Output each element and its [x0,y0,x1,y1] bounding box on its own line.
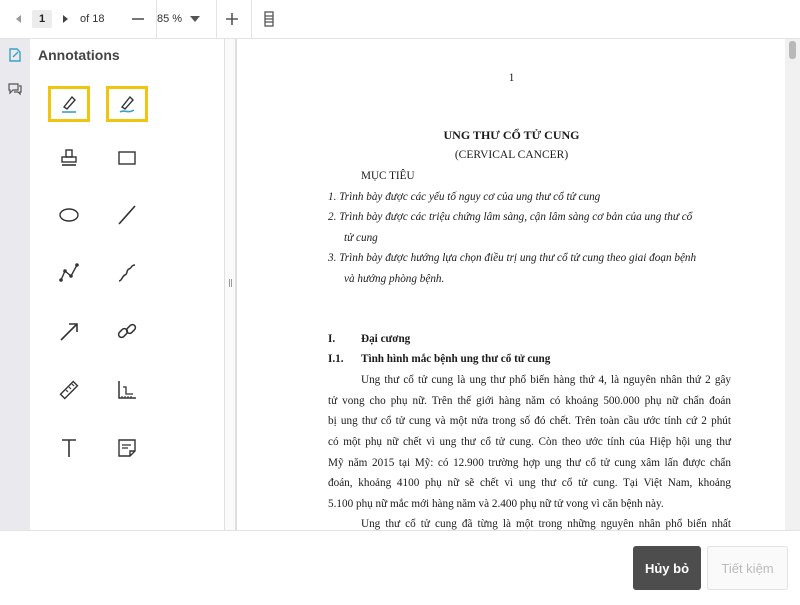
dialog-footer: Hủy bỏ Tiết kiệm [0,530,800,605]
zoom-value: 85 % [157,13,183,25]
line-icon [116,204,138,226]
document-viewer: 1 UNG THƯ CỔ TỬ CUNG (CERVICAL CANCER) M… [236,39,800,530]
zoom-out-button[interactable] [128,10,148,28]
tool-arrow[interactable] [48,313,90,349]
objectives-heading: MỤC TIÊU [361,170,415,182]
tool-highlight[interactable] [48,86,90,122]
objective-item: 2. Trình bày được các triệu chứng lâm sà… [328,211,693,223]
paragraph-line: Mỹ năm 2015 tại Mỹ: có 12.900 trường hợp… [328,457,731,469]
resize-grip-icon [229,279,232,287]
paragraph-line: 5.100 phụ nữ mắc mới hàng năm và 2.400 p… [328,498,664,510]
subsection-heading: Tình hình mắc bệnh ung thư cổ tử cung [361,353,551,365]
subsection-number: I.1. [328,353,344,365]
paragraph-line: có một phụ nữ chết vì ung thư cổ tử cung… [328,436,731,448]
tool-text[interactable] [48,430,90,466]
paragraph-line: bị ung thư cổ tử cung và một nửa trong s… [328,415,731,427]
page-number-input[interactable]: 1 [32,10,52,28]
panel-title: Annotations [38,47,120,63]
next-page-icon [60,14,70,24]
paragraph-line: đoán, khoảng 4100 phụ nữ sẽ chết vì ung … [328,477,731,489]
paragraph-line: Ung thư cổ tử cung là ung thư phổ biến h… [361,374,731,386]
arrow-icon [58,320,80,342]
tool-sticky-note[interactable] [106,430,148,466]
zoom-in-button[interactable] [222,10,242,28]
document-page: 1 UNG THƯ CỔ TỬ CUNG (CERVICAL CANCER) M… [236,39,785,530]
page-total-label: of 18 [80,13,105,25]
highlight-icon [58,93,80,115]
save-button[interactable]: Tiết kiệm [707,546,788,590]
objective-item: tử cung [344,232,378,244]
fit-page-icon [262,11,276,27]
zoom-select[interactable]: 85 % [157,10,215,28]
tool-stamp[interactable] [48,140,90,176]
annotations-tab[interactable] [5,45,25,65]
prev-page-icon [14,14,24,24]
paragraph-line: Ung thư cổ tử cung đã từng là một trong … [361,518,731,530]
freehand-highlight-icon [116,93,138,115]
tool-area-measure[interactable] [106,372,148,408]
tool-polyline[interactable] [48,255,90,291]
link-icon [116,320,138,342]
stamp-icon [58,147,80,169]
scrollbar-thumb[interactable] [789,41,796,59]
document-subtitle: (CERVICAL CANCER) [454,149,569,161]
area-measure-icon [116,379,138,401]
prev-page-button[interactable] [10,11,28,27]
toolbar-divider [216,0,217,38]
tool-freehand-highlight[interactable] [106,86,148,122]
paragraph-line: tử vong cho phụ nữ. Trên thế giới hàng n… [328,395,731,407]
annotation-pen-icon [7,47,23,63]
cancel-button[interactable]: Hủy bỏ [633,546,701,590]
zoom-out-icon [131,12,145,26]
tool-ruler[interactable] [48,372,90,408]
ruler-icon [58,379,80,401]
tool-ellipse[interactable] [48,197,90,233]
section-heading: Đại cương [361,333,411,345]
objective-item: 3. Trình bày được hướng lựa chọn điều tr… [328,252,697,264]
vertical-scrollbar[interactable] [785,39,800,530]
fit-page-button[interactable] [259,9,279,29]
sticky-note-icon [116,437,138,459]
next-page-button[interactable] [56,11,74,27]
tool-rectangle[interactable] [106,140,148,176]
objective-item: 1. Trình bày được các yếu tố nguy cơ của… [328,191,601,203]
freehand-icon [116,262,138,284]
panel-resize-handle[interactable] [224,39,236,530]
left-rail [0,39,30,530]
viewer-toolbar: 1 of 18 85 % [0,0,800,39]
zoom-in-icon [225,12,239,26]
rectangle-icon [116,147,138,169]
tool-line[interactable] [106,197,148,233]
document-title: UNG THƯ CỔ TỬ CUNG [443,128,580,142]
annotations-panel: Annotations [30,39,224,530]
zoom-dropdown-icon [190,16,201,22]
toolbar-divider [251,0,252,38]
tool-link[interactable] [106,313,148,349]
text-icon [58,437,80,459]
polyline-icon [58,262,80,284]
tool-freehand[interactable] [106,255,148,291]
objective-item: và hướng phòng bệnh. [344,273,445,285]
comments-tab[interactable] [5,79,25,99]
ellipse-icon [58,204,80,226]
comments-icon [7,81,23,97]
section-number: I. [328,333,336,345]
page-number: 1 [508,72,515,84]
